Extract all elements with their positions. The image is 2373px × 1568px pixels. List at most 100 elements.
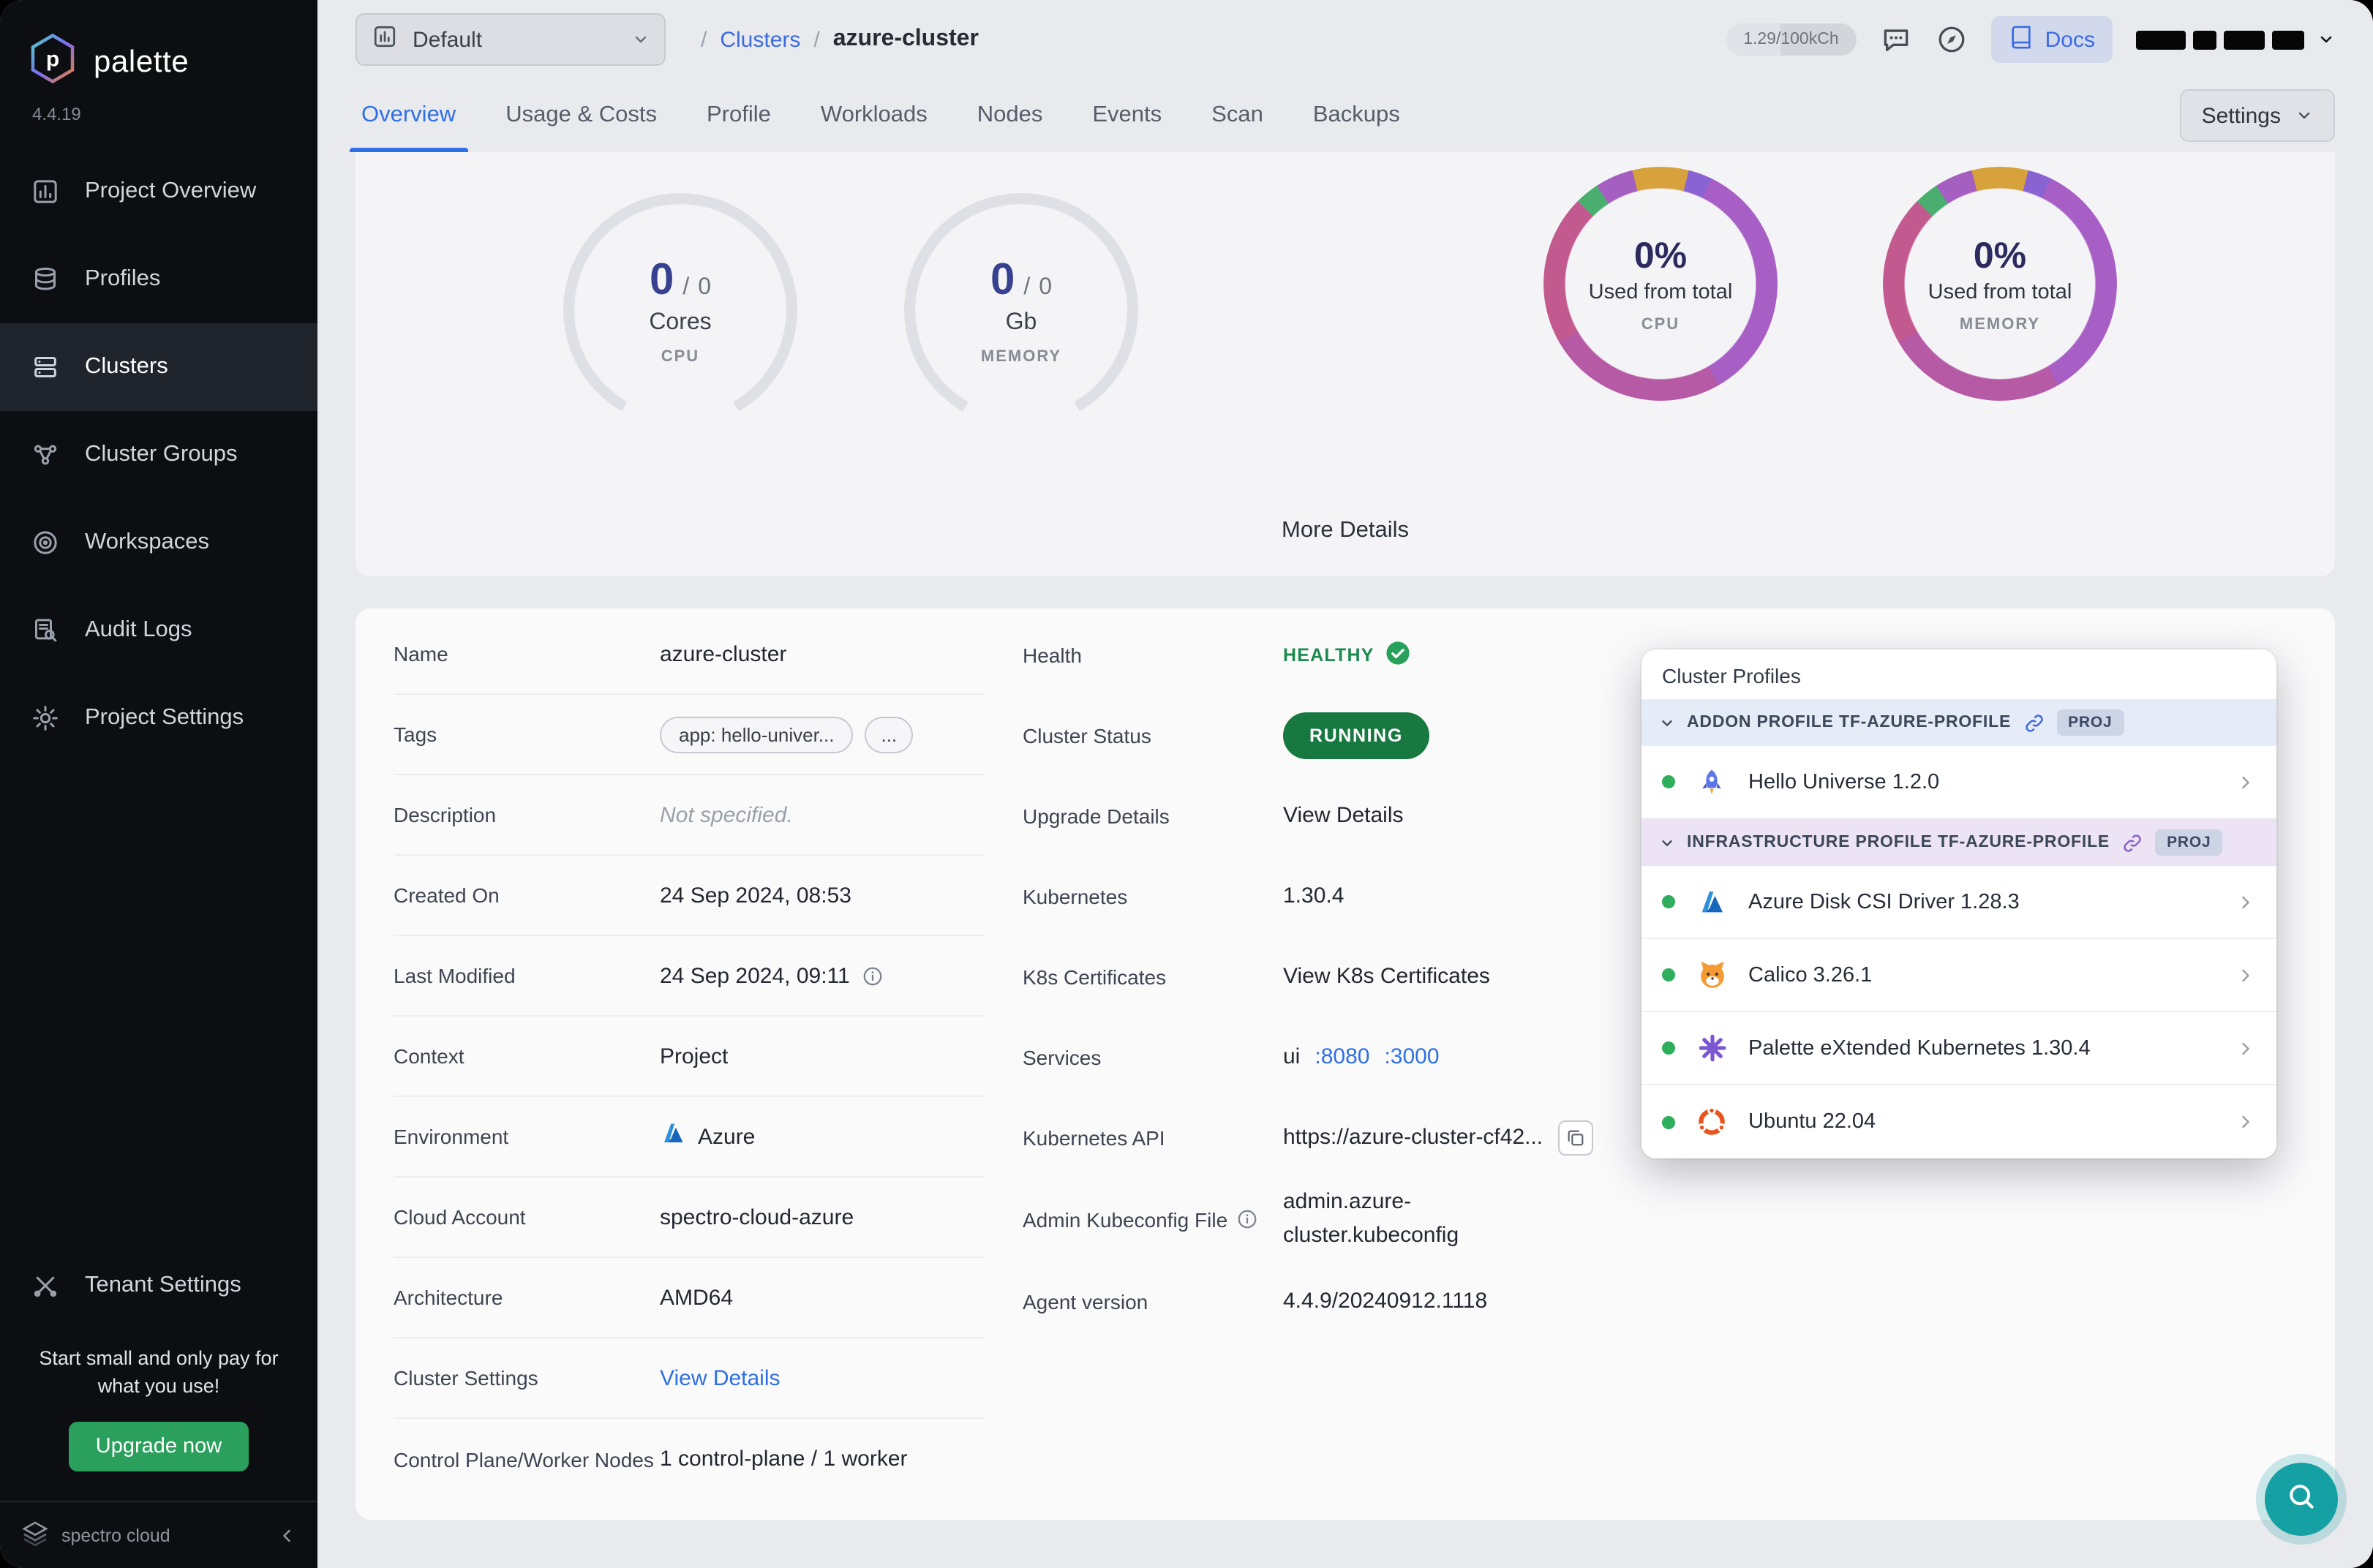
profile-item-name: Palette eXtended Kubernetes 1.30.4 [1748,1036,2091,1060]
ubuntu-logo-icon [1693,1103,1731,1141]
clusters-list-icon [29,351,61,383]
docs-button[interactable]: Docs [1990,16,2113,63]
breadcrumb-clusters-link[interactable]: Clusters [720,27,800,52]
cpu-usage-donut: 0% Used from total CPU [1543,167,1778,401]
detail-label: Created On [394,883,500,907]
tab-scan[interactable]: Scan [1211,79,1263,152]
sidebar-item-profiles[interactable]: Profiles [0,235,317,323]
settings-button[interactable]: Settings [2179,89,2335,142]
info-icon[interactable] [862,965,884,987]
detail-row-architecture: Architecture AMD64 [394,1258,985,1338]
status-dot [1662,1115,1675,1128]
sidebar-item-audit-logs[interactable]: Audit Logs [0,587,317,674]
link-icon[interactable] [2121,832,2143,853]
copy-icon[interactable] [1557,1120,1593,1155]
profile-item-name: Hello Universe 1.2.0 [1748,770,1940,794]
cpu-gauge: 0 / 0 Cores CPU [563,193,797,427]
detail-row-description: Description Not specified. [394,775,985,856]
sidebar-item-label: Cluster Groups [85,442,238,467]
tab-workloads[interactable]: Workloads [821,79,928,152]
search-icon [2285,1480,2317,1519]
calico-icon [1693,956,1731,994]
chat-icon[interactable] [1880,23,1912,56]
book-icon [2009,24,2034,55]
cluster-settings-view-details-link[interactable]: View Details [660,1365,781,1390]
detail-row-cloud-account: Cloud Account spectro-cloud-azure [394,1177,985,1258]
detail-label: Kubernetes API [1023,1126,1165,1149]
memory-donut-label: Used from total [1928,280,2072,304]
upgrade-view-details-link[interactable]: View Details [1283,803,1404,828]
view-k8s-certificates-link[interactable]: View K8s Certificates [1283,964,1490,989]
details-left-column: Name azure-cluster Tags app: hello-unive… [394,614,985,1499]
upgrade-now-button[interactable]: Upgrade now [69,1422,249,1471]
detail-label: Description [394,803,497,826]
chevron-down-icon [2295,107,2313,124]
link-icon[interactable] [2023,712,2045,734]
tab-profile[interactable]: Profile [707,79,771,152]
sidebar-item-label: Project Overview [85,178,257,203]
target-icon [29,527,61,559]
more-details-button[interactable]: More Details [1282,518,1409,544]
sidebar-item-cluster-groups[interactable]: Cluster Groups [0,411,317,499]
detail-label: Services [1023,1045,1102,1068]
app-version: 4.4.19 [32,104,81,124]
stage: p palette 4.4.19 Project Overview Profil… [0,0,2373,1568]
logo-text: palette [94,45,189,78]
tab-overview[interactable]: Overview [350,79,467,152]
project-selector-value: Default [413,27,483,52]
sidebar-item-project-settings[interactable]: Project Settings [0,674,317,762]
tab-nodes[interactable]: Nodes [977,79,1043,152]
user-account-menu-redacted[interactable] [2136,30,2335,49]
detail-row-nodes: Control Plane/Worker Nodes 1 control-pla… [394,1419,985,1499]
detail-row-name: Name azure-cluster [394,614,985,695]
sidebar-item-clusters[interactable]: Clusters [0,323,317,411]
sidebar-item-workspaces[interactable]: Workspaces [0,499,317,587]
floating-search-button[interactable] [2265,1463,2338,1536]
detail-label: Architecture [394,1286,503,1309]
cpu-gauge-caption: CPU [661,347,700,365]
infrastructure-profile-name: INFRASTRUCTURE PROFILE TF-AZURE-PROFILE [1687,834,2110,851]
detail-value: Azure [698,1124,756,1149]
service-port-3000-link[interactable]: :3000 [1384,1044,1439,1069]
service-port-8080-link[interactable]: :8080 [1315,1044,1369,1069]
profile-item-calico[interactable]: Calico 3.26.1 [1641,939,2276,1012]
addon-profile-section-header[interactable]: ADDON PROFILE TF-AZURE-PROFILE PROJ [1641,699,2276,746]
status-dot [1662,968,1675,981]
sidebar-item-label: Audit Logs [85,617,192,642]
sidebar-item-tenant-settings[interactable]: Tenant Settings [0,1242,317,1330]
chevron-right-icon [2235,1038,2256,1058]
project-selector[interactable]: Default [356,13,666,66]
metrics-card: 0 / 0 Cores CPU 0 / 0 Gb MEMORY 0% Used … [356,152,2335,576]
bar-chart-icon [29,176,61,208]
detail-label: Upgrade Details [1023,804,1170,827]
detail-row-environment: Environment Azure [394,1097,985,1177]
profile-item-palette-extended-kubernetes[interactable]: Palette eXtended Kubernetes 1.30.4 [1641,1012,2276,1085]
compass-icon[interactable] [1936,23,1968,56]
sidebar-item-label: Profiles [85,266,161,291]
detail-value: 1.30.4 [1283,883,1345,908]
chevron-right-icon [2235,892,2256,912]
chevron-right-icon [2235,965,2256,985]
status-dot [1662,775,1675,788]
kubeconfig-download-link[interactable]: admin.azure-cluster.kubeconfig [1283,1186,1482,1252]
chevron-right-icon [2235,772,2256,792]
profile-item-azure-disk-csi[interactable]: Azure Disk CSI Driver 1.28.3 [1641,866,2276,939]
profile-item-ubuntu[interactable]: Ubuntu 22.04 [1641,1085,2276,1158]
detail-row-cluster-settings: Cluster Settings View Details [394,1338,985,1419]
profile-item-hello-universe[interactable]: Hello Universe 1.2.0 [1641,746,2276,819]
detail-label: Admin Kubeconfig File [1023,1207,1228,1231]
chevron-right-icon [2235,1112,2256,1132]
tags-more-chip[interactable]: ... [865,716,914,753]
tab-events[interactable]: Events [1092,79,1162,152]
cpu-gauge-total: 0 [698,274,712,299]
profile-item-name: Azure Disk CSI Driver 1.28.3 [1748,890,2020,913]
collapse-sidebar-button[interactable] [277,1525,297,1545]
info-icon[interactable] [1236,1208,1258,1230]
sidebar-item-project-overview[interactable]: Project Overview [0,148,317,235]
tab-backups[interactable]: Backups [1313,79,1400,152]
svg-text:p: p [46,48,59,72]
topbar-right: 1.29/100kCh Docs [1726,16,2335,63]
infrastructure-profile-section-header[interactable]: INFRASTRUCTURE PROFILE TF-AZURE-PROFILE … [1641,819,2276,866]
tag-chip: app: hello-univer... [660,716,854,753]
tab-usage-costs[interactable]: Usage & Costs [505,79,657,152]
